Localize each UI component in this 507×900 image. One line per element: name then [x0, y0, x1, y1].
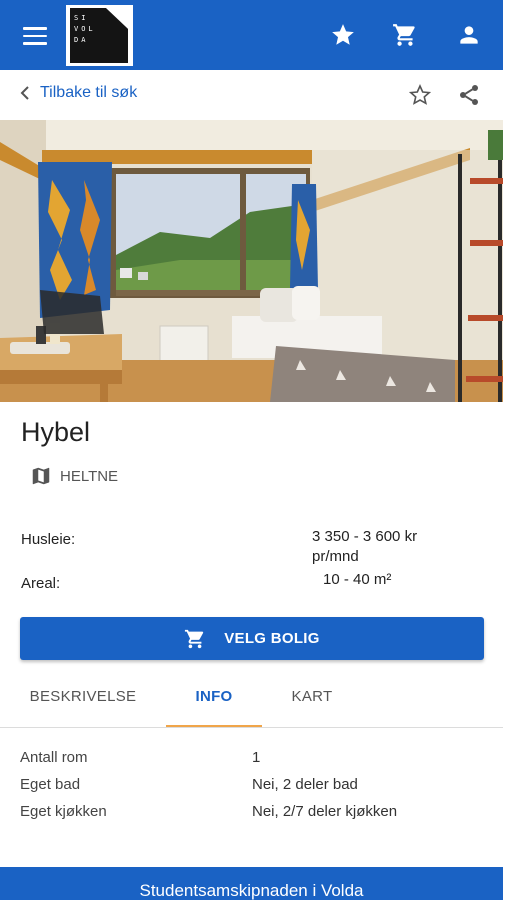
- footer: Studentsamskipnaden i Volda: [0, 867, 503, 900]
- cart-icon: [185, 629, 204, 648]
- star-icon[interactable]: [330, 22, 356, 48]
- room-photo-illustration: [0, 120, 503, 402]
- top-app-bar: SI VOL DA: [0, 0, 503, 70]
- tab-bar: BESKRIVELSE INFO KART: [0, 675, 503, 728]
- account-icon[interactable]: [456, 22, 482, 48]
- rent-value-line1: 3 350 - 3 600 kr: [312, 528, 418, 545]
- room-photo: [0, 120, 503, 402]
- logo-text: SI VOL DA: [74, 14, 96, 44]
- footer-text: Studentsamskipnaden i Volda: [139, 881, 364, 900]
- listing-title: Hybel: [21, 417, 91, 447]
- rent-value: 3 350 - 3 600 kr pr/mnd: [312, 527, 417, 567]
- info-value-rooms: 1: [252, 749, 261, 766]
- tab-info[interactable]: INFO: [166, 675, 262, 727]
- rent-label: Husleie:: [21, 531, 76, 548]
- info-label-bathroom: Eget bad: [20, 776, 81, 793]
- location: HELTNE: [30, 465, 118, 487]
- tab-beskrivelse[interactable]: BESKRIVELSE: [20, 675, 146, 725]
- select-housing-button[interactable]: VELG BOLIG: [20, 617, 484, 660]
- location-name: HELTNE: [60, 467, 119, 485]
- logo[interactable]: SI VOL DA: [66, 5, 133, 66]
- info-label-rooms: Antall rom: [20, 749, 88, 766]
- back-link-label: Tilbake til søk: [40, 84, 138, 101]
- info-value-bathroom: Nei, 2 deler bad: [252, 776, 358, 793]
- menu-icon[interactable]: [23, 27, 47, 45]
- back-bar: Tilbake til søk: [0, 70, 503, 121]
- star-outline-icon[interactable]: [408, 83, 432, 107]
- rent-value-line2: pr/mnd: [312, 548, 359, 565]
- map-icon: [32, 467, 50, 485]
- area-label: Areal:: [21, 575, 61, 592]
- area-value: 10 - 40 m²: [323, 571, 392, 588]
- info-label-kitchen: Eget kjøkken: [20, 803, 107, 820]
- back-link[interactable]: Tilbake til søk: [18, 84, 137, 102]
- chevron-left-icon: [20, 86, 29, 100]
- cart-icon[interactable]: [392, 22, 418, 48]
- tab-kart[interactable]: KART: [272, 675, 352, 725]
- info-value-kitchen: Nei, 2/7 deler kjøkken: [252, 803, 398, 820]
- share-icon[interactable]: [457, 83, 481, 107]
- select-housing-label: VELG BOLIG: [224, 630, 320, 647]
